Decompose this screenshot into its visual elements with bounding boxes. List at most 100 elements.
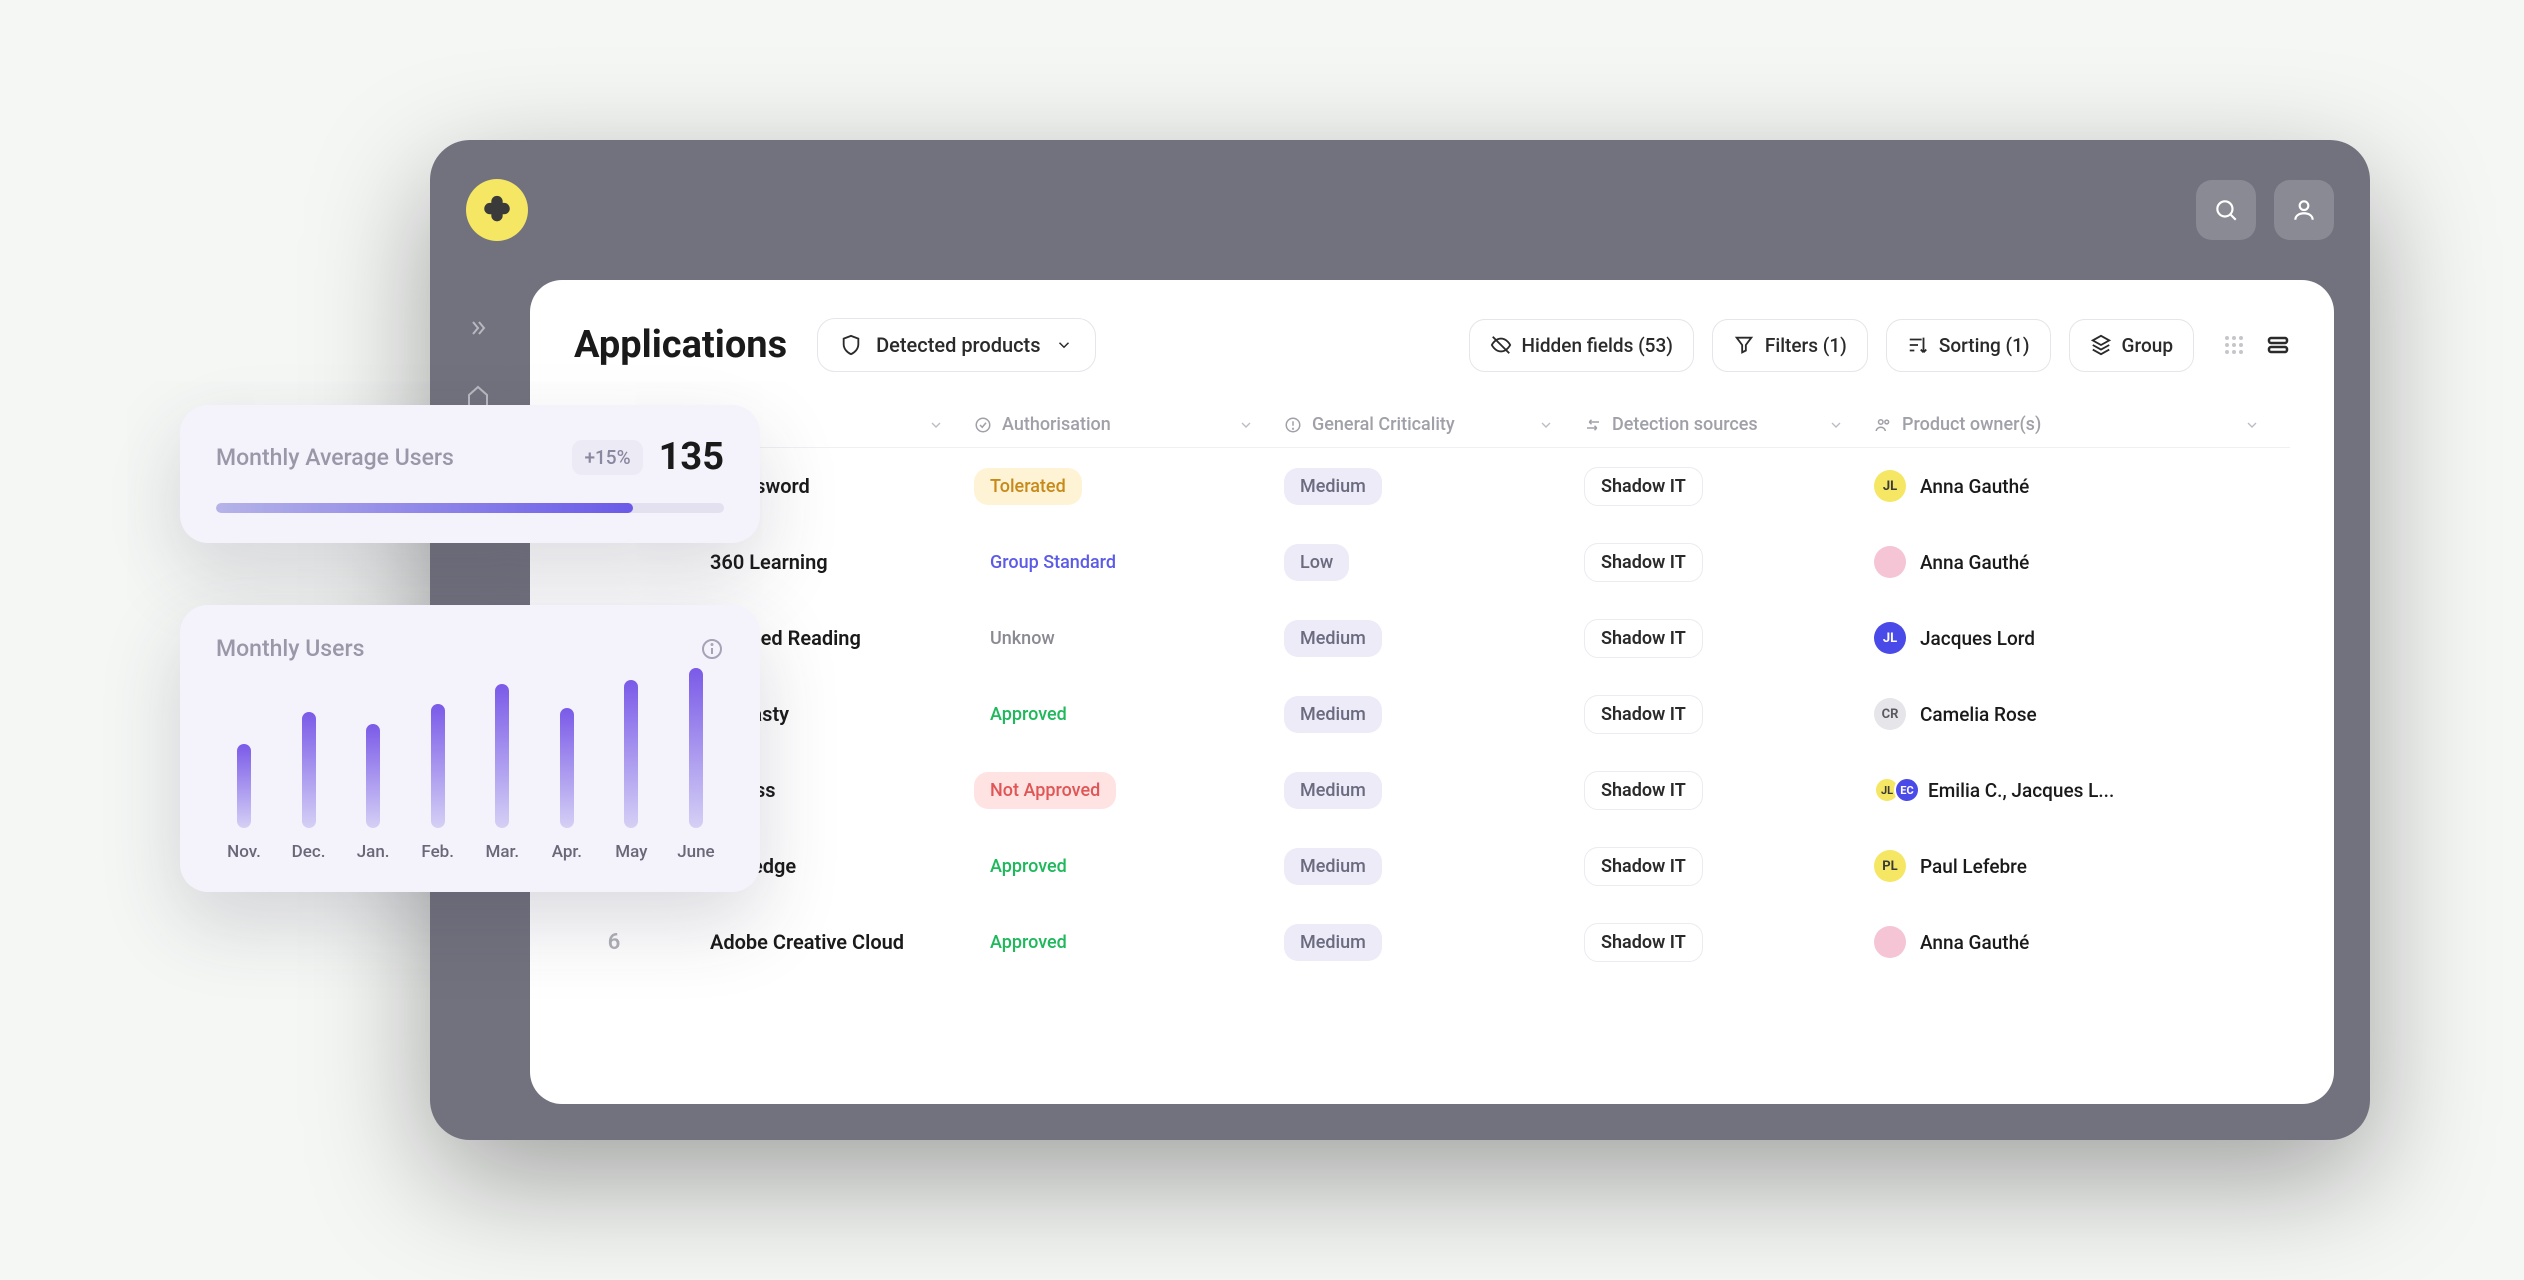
bar-column: Nov. (216, 744, 272, 862)
detection-badge: Shadow IT (1584, 847, 1703, 886)
chevrons-right-icon (466, 316, 490, 340)
expand-sidebar-button[interactable] (466, 316, 494, 344)
avg-delta: +15% (572, 440, 642, 475)
avg-progress (216, 503, 724, 513)
shield-icon (840, 334, 862, 356)
sorting-button[interactable]: Sorting (1) (1886, 319, 2051, 372)
dropdown-label: Detected products (876, 333, 1040, 357)
sort-icon (1907, 334, 1929, 356)
avatar (1874, 926, 1906, 958)
grid-view-button[interactable] (2222, 333, 2246, 357)
table-row[interactable]: 1P 1Password Tolerated Medium Shadow IT … (574, 448, 2290, 524)
owner-name: Anna Gauthé (1920, 475, 2029, 498)
table-row[interactable]: Access Not Approved Medium Shadow IT JL … (574, 752, 2290, 828)
bar-label: Apr. (552, 842, 582, 862)
bar-label: Dec. (292, 842, 326, 862)
bar-column: Feb. (410, 704, 466, 862)
bar-column: May (603, 680, 659, 862)
product-icon (654, 924, 690, 960)
hidden-fields-button[interactable]: Hidden fields (53) (1469, 319, 1694, 372)
filter-icon (1733, 334, 1755, 356)
table-row[interactable]: 6 Adobe Creative Cloud Approved Medium S… (574, 904, 2290, 980)
col-criticality[interactable]: General Criticality (1284, 414, 1584, 435)
bar (624, 680, 638, 828)
filters-button[interactable]: Filters (1) (1712, 319, 1868, 372)
group-button[interactable]: Group (2069, 319, 2194, 372)
chevron-down-icon (1828, 417, 1844, 433)
bar-label: June (677, 842, 714, 862)
bar (366, 724, 380, 828)
bar (495, 684, 509, 828)
bar (431, 704, 445, 828)
bar-column: Mar. (474, 684, 530, 862)
criticality-badge: Medium (1284, 696, 1382, 733)
bar-column: Dec. (281, 712, 337, 862)
authorisation-badge: Approved (974, 924, 1083, 961)
bar-column: Jan. (345, 724, 401, 862)
col-detection[interactable]: Detection sources (1584, 414, 1874, 435)
eye-off-icon (1490, 334, 1512, 356)
bar-column: June (668, 668, 724, 862)
criticality-badge: Low (1284, 544, 1349, 581)
owner-name: Anna Gauthé (1920, 551, 2029, 574)
col-authorisation[interactable]: Authorisation (974, 414, 1284, 435)
card-monthly-average: Monthly Average Users +15% 135 (180, 405, 760, 543)
criticality-badge: Medium (1284, 468, 1382, 505)
alert-circle-icon (1284, 416, 1302, 434)
owner-name: Jacques Lord (1920, 627, 2035, 650)
panel-header: Applications Detected products Hidden fi… (574, 318, 2290, 372)
table-row[interactable]: AB Tasty Approved Medium Shadow IT CRCam… (574, 676, 2290, 752)
bar-label: Jan. (357, 842, 390, 862)
authorisation-badge: Not Approved (974, 772, 1116, 809)
table-row[interactable]: 360 Learning Group Standard Low Shadow I… (574, 524, 2290, 600)
owner-name: Paul Lefebre (1920, 855, 2027, 878)
search-icon (2213, 197, 2239, 223)
search-button[interactable] (2196, 180, 2256, 240)
detection-badge: Shadow IT (1584, 543, 1703, 582)
table-row[interactable]: 7 Speed Reading Unknow Medium Shadow IT … (574, 600, 2290, 676)
row-index: 6 (574, 930, 654, 955)
avatar-stack: JL EC (1874, 777, 1914, 803)
avatar: JL (1874, 470, 1906, 502)
detection-badge: Shadow IT (1584, 467, 1703, 506)
content-panel: Applications Detected products Hidden fi… (530, 280, 2334, 1104)
bar-label: Mar. (485, 842, 519, 862)
chevron-down-icon (928, 417, 944, 433)
authorisation-badge: Tolerated (974, 468, 1082, 505)
criticality-badge: Medium (1284, 620, 1382, 657)
owner-name: Camelia Rose (1920, 703, 2037, 726)
criticality-badge: Medium (1284, 848, 1382, 885)
table-row[interactable]: 5 d Acuredge Approved Medium Shadow IT P… (574, 828, 2290, 904)
detection-badge: Shadow IT (1584, 771, 1703, 810)
col-owners[interactable]: Product owner(s) (1874, 414, 2290, 435)
chevron-down-icon (1538, 417, 1554, 433)
logo-icon (480, 193, 514, 227)
avg-label: Monthly Average Users (216, 444, 454, 471)
bar (237, 744, 251, 828)
bar-label: May (615, 842, 647, 862)
profile-button[interactable] (2274, 180, 2334, 240)
chevron-down-icon (1055, 336, 1073, 354)
avatar: CR (1874, 698, 1906, 730)
product-name: Adobe Creative Cloud (710, 930, 904, 954)
authorisation-badge: Approved (974, 848, 1083, 885)
user-icon (2291, 197, 2317, 223)
bar-label: Feb. (421, 842, 454, 862)
top-bar (430, 140, 2370, 280)
check-circle-icon (974, 416, 992, 434)
bar (302, 712, 316, 828)
bar (689, 668, 703, 828)
criticality-badge: Medium (1284, 924, 1382, 961)
authorisation-badge: Group Standard (974, 544, 1132, 581)
avatar (1874, 546, 1906, 578)
owner-name: Anna Gauthé (1920, 931, 2029, 954)
list-view-button[interactable] (2266, 333, 2290, 357)
grid-icon (2222, 333, 2246, 357)
app-logo[interactable] (466, 179, 528, 241)
info-button[interactable] (700, 637, 724, 661)
avg-value: 135 (659, 435, 724, 479)
dropdown-detected-products[interactable]: Detected products (817, 318, 1095, 372)
info-icon (700, 637, 724, 661)
chevron-down-icon (2244, 417, 2260, 433)
table-header: Product Authorisation General Criticalit… (574, 402, 2290, 448)
